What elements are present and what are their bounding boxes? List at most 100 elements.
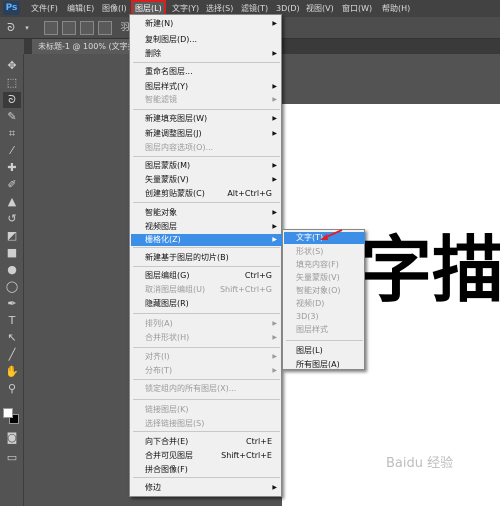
layer-menu-item[interactable]: 视频图层 ▶ [131, 221, 282, 233]
submenu-arrow-icon: ▶ [272, 367, 277, 374]
menu-separator [133, 202, 280, 203]
crop-icon[interactable]: ⌗ [3, 126, 21, 142]
menu-item-label: 栅格化(Z) [145, 235, 181, 244]
menu-item-label: 智能滤镜 [145, 95, 177, 104]
menu-item-label: 对齐(I) [145, 352, 170, 361]
layer-menu-item[interactable]: 新建调整图层(J) ▶ [131, 128, 282, 140]
subtract-selection-icon[interactable] [80, 21, 94, 35]
pen-icon[interactable]: ✒ [3, 296, 21, 312]
rasterize-submenu: 文字(T) 形状(S) 填充内容(F) 矢量蒙版(V) 智能对象(O) 视频(D) 3D(3… [282, 229, 365, 370]
menu-separator [133, 399, 280, 400]
menu-item-label: 图层蒙版(M) [145, 161, 191, 170]
chevron-down-icon[interactable]: ▾ [20, 21, 34, 35]
layer-menu-dropdown: 新建(N) ▶ 复制图层(D)... 删除 ▶ 重命名图层... 图层样式(Y) ▶ 智能滤镜 ▶… [129, 14, 282, 497]
layer-menu-item[interactable]: 图层样式(Y) ▶ [131, 81, 282, 93]
layer-menu-item[interactable]: 合并可见图层 Shift+Ctrl+E [131, 450, 282, 462]
menu-item-shortcut: Shift+Ctrl+E [221, 451, 272, 460]
submenu-arrow-icon: ▶ [272, 96, 277, 103]
menu-separator [133, 313, 280, 314]
toolbox: ✥ ⬚ ᘐ ✎ ⌗ ⁄ ✚ ✐ ▲ ↺ ◩ ■ ● ◯ ✒ T ↖ ╱ ✋ ⚲ … [0, 54, 24, 506]
rasterize-menu-item[interactable]: 所有图层(A) [284, 359, 365, 371]
layer-menu-item[interactable]: 删除 ▶ [131, 48, 282, 60]
menu-separator [133, 156, 280, 157]
menu-edit[interactable]: 编辑(E) [67, 0, 94, 17]
annotation-arrow-icon [320, 229, 343, 240]
layer-menu-item[interactable]: 创建剪贴蒙版(C) Alt+Ctrl+G [131, 188, 282, 200]
layer-menu-item: 取消图层编组(U) Shift+Ctrl+G [131, 284, 282, 296]
submenu-arrow-icon: ▶ [272, 83, 277, 90]
path-select-icon[interactable]: ↖ [3, 330, 21, 346]
history-brush-icon[interactable]: ↺ [3, 211, 21, 227]
lasso-icon[interactable]: ᘐ [3, 92, 21, 108]
layer-menu-item: 图层内容选项(O)... [131, 142, 282, 154]
rasterize-menu-item: 3D(3) [296, 312, 319, 321]
menu-help[interactable]: 帮助(H) [382, 0, 410, 17]
move-icon[interactable]: ✥ [3, 58, 21, 74]
eraser-icon[interactable]: ◩ [3, 228, 21, 244]
layer-menu-item[interactable]: 新建填充图层(W) ▶ [131, 113, 282, 125]
layer-menu-item[interactable]: 修边 ▶ [131, 482, 282, 494]
layer-menu-item[interactable]: 栅格化(Z) ▶ [131, 234, 282, 246]
menu-separator [133, 431, 280, 432]
menu-item-label: 合并形状(H) [145, 333, 190, 342]
screen-mode-icon[interactable]: ▭ [3, 450, 21, 466]
layer-menu-item[interactable]: 图层编组(G) Ctrl+G [131, 270, 282, 282]
layer-menu-item[interactable]: 复制图层(D)... [131, 34, 282, 46]
quick-select-icon[interactable]: ✎ [3, 109, 21, 125]
foreground-color-swatch[interactable] [3, 408, 13, 418]
healing-icon[interactable]: ✚ [3, 160, 21, 176]
layer-menu-item[interactable]: 拼合图像(F) [131, 464, 282, 476]
menu-item-label: 向下合并(E) [145, 437, 189, 446]
menu-separator [133, 477, 280, 478]
rasterize-menu-item[interactable]: 图层(L) [284, 345, 365, 357]
zoom-icon[interactable]: ⚲ [3, 381, 21, 397]
layer-menu-item: 锁定组内的所有图层(X)... [131, 383, 282, 395]
layer-menu-item[interactable]: 重命名图层... [131, 66, 282, 78]
intersect-selection-icon[interactable] [98, 21, 112, 35]
menu-item-label: 新建调整图层(J) [145, 129, 202, 138]
layer-menu-item[interactable]: 新建(N) ▶ [131, 18, 282, 30]
menu-item-label: 锁定组内的所有图层(X)... [145, 384, 237, 393]
submenu-arrow-icon: ▶ [272, 223, 277, 230]
menu-item-shortcut: Ctrl+E [246, 437, 272, 446]
menu-view[interactable]: 视图(V) [306, 0, 334, 17]
layer-menu-item[interactable]: 图层蒙版(M) ▶ [131, 160, 282, 172]
marquee-icon[interactable]: ⬚ [3, 75, 21, 91]
menu-image[interactable]: 图像(I) [102, 0, 127, 17]
hand-icon[interactable]: ✋ [3, 364, 21, 380]
submenu-arrow-icon: ▶ [272, 20, 277, 27]
stamp-icon[interactable]: ▲ [3, 194, 21, 210]
brush-icon[interactable]: ✐ [3, 177, 21, 193]
menu-item-label: 取消图层编组(U) [145, 285, 206, 294]
layer-menu-item[interactable]: 智能对象 ▶ [131, 207, 282, 219]
lasso-preset-icon[interactable]: ᘐ [4, 21, 18, 35]
rasterize-menu-item: 形状(S) [296, 247, 324, 256]
submenu-arrow-icon: ▶ [272, 353, 277, 360]
type-icon[interactable]: T [3, 313, 21, 329]
menu-item-shortcut: Shift+Ctrl+G [219, 285, 272, 294]
menu-item-label: 新建基于图层的切片(B) [145, 253, 229, 262]
eyedropper-icon[interactable]: ⁄ [3, 143, 21, 159]
menu-item-label: 拼合图像(F) [145, 465, 188, 474]
menu-item-label: 修边 [145, 483, 161, 492]
menu-item-label: 图层内容选项(O)... [145, 143, 214, 152]
blur-icon[interactable]: ● [3, 262, 21, 278]
menu-window[interactable]: 窗口(W) [342, 0, 372, 17]
add-selection-icon[interactable] [62, 21, 76, 35]
menu-file[interactable]: 文件(F) [31, 0, 58, 17]
menu-item-label: 合并可见图层 [145, 451, 193, 460]
layer-menu-item[interactable]: 隐藏图层(R) [131, 298, 282, 310]
dodge-icon[interactable]: ◯ [3, 279, 21, 295]
line-icon[interactable]: ╱ [3, 347, 21, 363]
layer-menu-item[interactable]: 矢量蒙版(V) ▶ [131, 174, 282, 186]
menu-item-label: 新建(N) [145, 19, 174, 28]
layer-menu-item[interactable]: 新建基于图层的切片(B) [131, 252, 282, 264]
new-selection-icon[interactable] [44, 21, 58, 35]
submenu-arrow-icon: ▶ [272, 209, 277, 216]
menu-item-shortcut: Ctrl+G [244, 271, 272, 280]
photoshop-logo: Ps [3, 1, 20, 15]
submenu-arrow-icon: ▶ [272, 50, 277, 57]
gradient-icon[interactable]: ■ [3, 245, 21, 261]
layer-menu-item[interactable]: 向下合并(E) Ctrl+E [131, 436, 282, 448]
quick-mask-icon[interactable]: ◙ [3, 430, 21, 446]
